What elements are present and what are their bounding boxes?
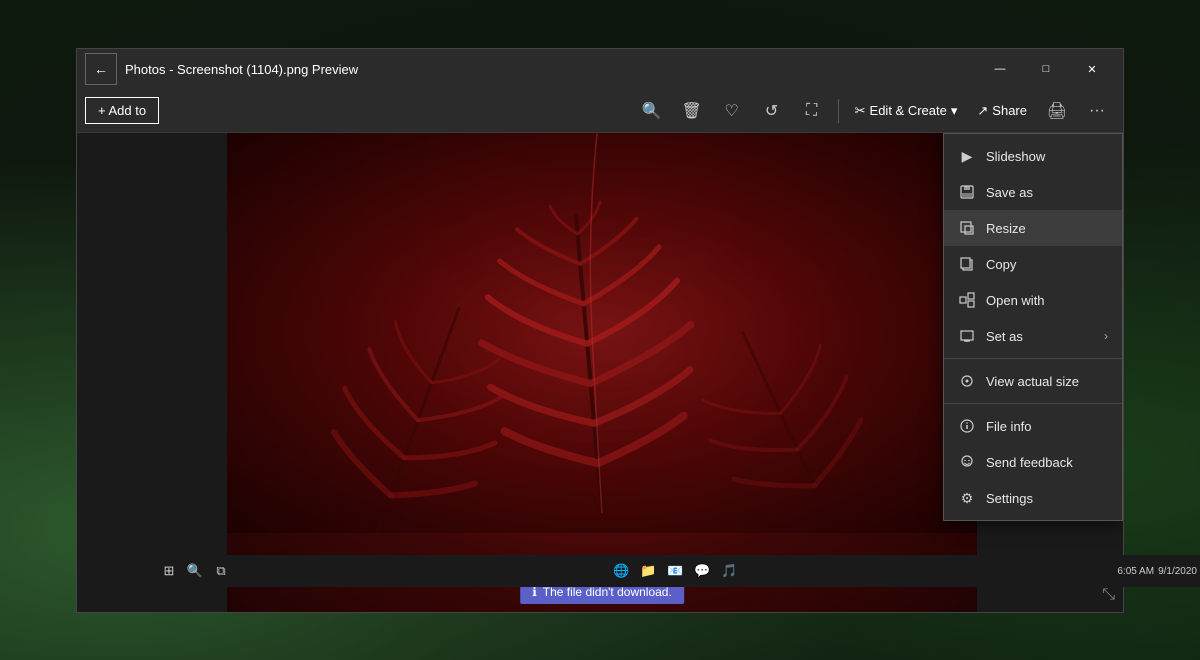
- context-menu: ▶ Slideshow Save as: [943, 133, 1123, 521]
- image-display: ℹ The file didn't download.: [227, 133, 977, 612]
- taskbar-app-5[interactable]: 🎵: [717, 559, 741, 583]
- chevron-down-icon: ▾: [951, 103, 958, 119]
- set-as-arrow: ›: [1104, 329, 1108, 343]
- set-as-label: Set as: [986, 329, 1094, 344]
- open-with-label: Open with: [986, 293, 1108, 308]
- view-actual-size-label: View actual size: [986, 374, 1108, 389]
- more-icon: ···: [1089, 102, 1105, 120]
- menu-item-save-as[interactable]: Save as: [944, 174, 1122, 210]
- menu-item-copy[interactable]: Copy: [944, 246, 1122, 282]
- resize-icon: [958, 219, 976, 237]
- file-info-label: File info: [986, 419, 1108, 434]
- edit-create-label: Edit & Create: [870, 103, 947, 118]
- menu-item-view-actual-size[interactable]: View actual size: [944, 363, 1122, 399]
- view-actual-size-icon: [958, 372, 976, 390]
- title-bar: ← Photos - Screenshot (1104).png Preview…: [77, 49, 1123, 89]
- maximize-button[interactable]: □: [1023, 53, 1069, 85]
- window-controls: — □ ✕: [977, 53, 1115, 85]
- fern-svg: [227, 133, 977, 533]
- send-feedback-icon: [958, 453, 976, 471]
- print-button[interactable]: 🖨: [1039, 93, 1075, 129]
- menu-item-open-with[interactable]: Open with: [944, 282, 1122, 318]
- delete-icon: 🗑: [681, 101, 701, 121]
- zoom-icon: 🔍: [642, 101, 662, 121]
- taskbar-app-1[interactable]: 🌐: [609, 559, 633, 583]
- taskbar-app-3[interactable]: 📧: [663, 559, 687, 583]
- window-title: Photos - Screenshot (1104).png Preview: [125, 62, 977, 77]
- settings-label: Settings: [986, 491, 1108, 506]
- taskbar-time: 6:05 AM: [1117, 566, 1154, 577]
- menu-item-slideshow[interactable]: ▶ Slideshow: [944, 138, 1122, 174]
- taskbar-center: 🌐 📁 📧 💬 🎵: [235, 559, 1115, 583]
- resize-handle[interactable]: ⤡: [1102, 586, 1115, 604]
- menu-item-set-as[interactable]: Set as ›: [944, 318, 1122, 354]
- main-area: ℹ The file didn't download. ▶ Slideshow …: [77, 133, 1123, 612]
- share-button[interactable]: ↗ Share: [969, 98, 1035, 124]
- edit-create-button[interactable]: ✂ Edit & Create ▾: [847, 98, 966, 124]
- share-icon: ↗: [977, 103, 988, 119]
- resize-label: Resize: [986, 221, 1108, 236]
- menu-item-send-feedback[interactable]: Send feedback: [944, 444, 1122, 480]
- save-as-icon: [958, 183, 976, 201]
- set-as-icon: [958, 327, 976, 345]
- slideshow-label: Slideshow: [986, 149, 1108, 164]
- delete-button[interactable]: 🗑: [674, 93, 710, 129]
- taskbar-app-2[interactable]: 📁: [636, 559, 660, 583]
- close-button[interactable]: ✕: [1069, 53, 1115, 85]
- print-icon: 🖨: [1047, 101, 1067, 121]
- slideshow-icon: ▶: [958, 147, 976, 165]
- rotate-button[interactable]: ↺: [754, 93, 790, 129]
- menu-separator-1: [944, 358, 1122, 359]
- menu-item-settings[interactable]: ⚙ Settings: [944, 480, 1122, 516]
- separator: [838, 99, 839, 123]
- taskbar-app-4[interactable]: 💬: [690, 559, 714, 583]
- save-as-label: Save as: [986, 185, 1108, 200]
- zoom-out-button[interactable]: 🔍: [634, 93, 670, 129]
- copy-icon: [958, 255, 976, 273]
- app-window: ← Photos - Screenshot (1104).png Preview…: [76, 48, 1124, 613]
- taskbar-date: 9/1/2020: [1158, 566, 1197, 577]
- menu-item-file-info[interactable]: File info: [944, 408, 1122, 444]
- back-button[interactable]: ←: [85, 53, 117, 85]
- copy-label: Copy: [986, 257, 1108, 272]
- taskbar-right: 6:05 AM 9/1/2020: [1117, 566, 1197, 577]
- menu-item-resize[interactable]: Resize: [944, 210, 1122, 246]
- favorite-button[interactable]: ♡: [714, 93, 750, 129]
- taskbar-start[interactable]: ⊞: [157, 559, 181, 583]
- notification-icon: ℹ: [532, 585, 537, 599]
- taskbar: ⊞ 🔍 ⧉ 🌐 📁 📧 💬 🎵 6:05 AM 9/1/2020: [153, 555, 1200, 587]
- taskbar-search[interactable]: 🔍: [183, 559, 207, 583]
- open-with-icon: [958, 291, 976, 309]
- back-icon: ←: [94, 61, 108, 77]
- send-feedback-label: Send feedback: [986, 455, 1108, 470]
- crop-icon: ⛶: [806, 102, 817, 120]
- minimize-button[interactable]: —: [977, 53, 1023, 85]
- taskbar-task-view[interactable]: ⧉: [209, 559, 233, 583]
- crop-button[interactable]: ⛶: [794, 93, 830, 129]
- add-to-button[interactable]: + Add to: [85, 97, 159, 124]
- more-button[interactable]: ···: [1079, 93, 1115, 129]
- scissors-icon: ✂: [855, 103, 866, 119]
- file-info-icon: [958, 417, 976, 435]
- heart-icon: ♡: [724, 101, 738, 121]
- menu-separator-2: [944, 403, 1122, 404]
- notification-text: The file didn't download.: [543, 585, 672, 599]
- share-label: Share: [992, 103, 1027, 118]
- rotate-icon: ↺: [765, 101, 778, 121]
- toolbar: + Add to 🔍 🗑 ♡ ↺ ⛶ ✂ Edit & Create ▾ ↗ S…: [77, 89, 1123, 133]
- settings-icon: ⚙: [958, 489, 976, 507]
